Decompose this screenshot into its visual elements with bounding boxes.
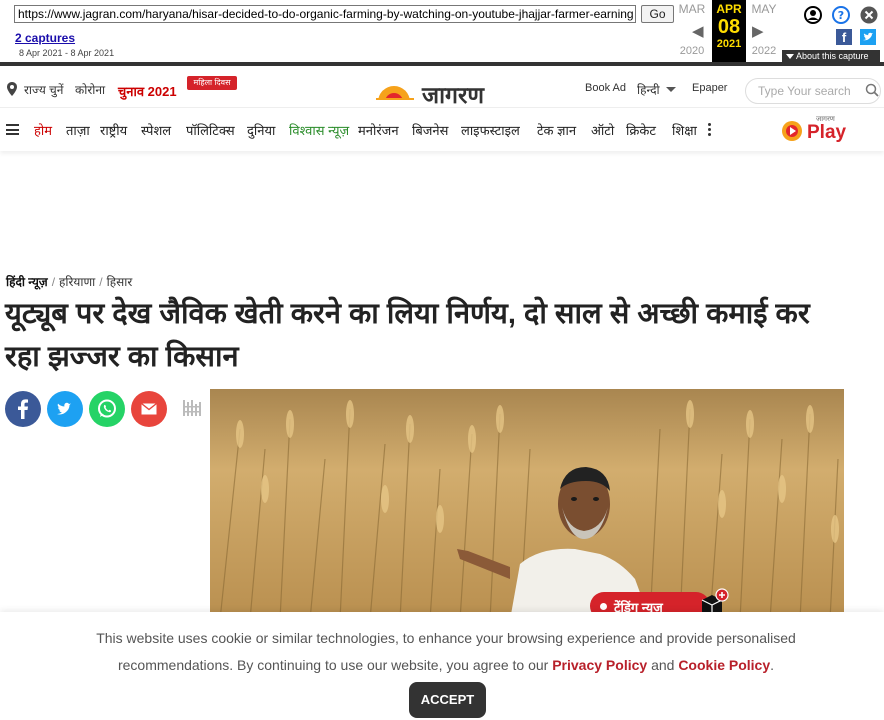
wayback-about-capture[interactable]: About this capture [782,50,880,63]
nav-item-business[interactable]: बिजनेस [412,121,448,139]
font-size-icon[interactable] [183,398,201,418]
main-nav: होम ताज़ा राष्ट्रीय स्पेशल पॉलिटिक्स दुन… [0,109,884,151]
nav-item-education[interactable]: शिक्षा [672,121,697,139]
breadcrumb-separator: / [51,275,56,289]
wayback-next-year[interactable]: 2022 [746,45,782,57]
language-select[interactable]: हिन्दी [637,81,660,98]
facebook-share-icon[interactable] [5,391,41,427]
wayback-current-date: APR 08 2021 [712,0,746,62]
wayback-close-icon[interactable] [860,6,878,24]
wayback-current-month: APR [716,2,742,16]
nav-item-cricket[interactable]: क्रिकेट [626,121,656,139]
email-share-icon[interactable] [131,391,167,427]
nav-item-latest[interactable]: ताज़ा [66,121,90,139]
wayback-prev-month[interactable]: MAR [674,2,710,16]
location-pin-icon [7,82,17,96]
nav-item-entertainment[interactable]: मनोरंजन [358,121,399,139]
wayback-url-input[interactable]: https://www.jagran.com/haryana/hisar-dec… [14,5,636,23]
breadcrumb-item-hindi-news[interactable]: हिंदी न्यूज़ [6,275,48,289]
wayback-toolbar: https://www.jagran.com/haryana/hisar-dec… [0,0,884,66]
wayback-current-day: 08 [717,16,741,38]
nav-item-politics[interactable]: पॉलिटिक्स [186,121,235,139]
wayback-next-month[interactable]: MAY [746,2,782,16]
whatsapp-share-icon[interactable] [89,391,125,427]
nav-item-special[interactable]: स्पेशल [141,121,171,139]
nav-item-national[interactable]: राष्ट्रीय [100,121,127,139]
wayback-prev-arrow-icon[interactable]: ◀ [692,22,704,40]
twitter-share-icon[interactable] [47,391,83,427]
breadcrumb: हिंदी न्यूज़ / हरियाणा / हिसार [6,273,132,290]
corona-link[interactable]: कोरोना [75,81,105,98]
cookie-banner: This website uses cookie or similar tech… [0,612,884,720]
accept-cookies-button[interactable]: ACCEPT [409,682,486,718]
wayback-next-arrow-icon[interactable]: ▶ [752,22,764,40]
wayback-current-year: 2021 [716,38,742,50]
play-logo-icon [782,121,802,141]
hamburger-menu-icon[interactable] [6,124,19,135]
more-options-icon[interactable] [708,123,712,137]
article-image [210,389,844,620]
svg-text:?: ? [838,9,844,22]
book-ad-link[interactable]: Book Ad [585,82,626,94]
search-input[interactable]: Type Your search [745,78,881,104]
search-icon[interactable] [865,83,879,97]
wayback-twitter-icon[interactable] [860,29,876,45]
wayback-capture-range: 8 Apr 2021 - 8 Apr 2021 [19,48,115,58]
nav-item-vishvas-news[interactable]: विश्वास न्यूज़ [289,121,349,139]
breadcrumb-item-haryana[interactable]: हरियाणा [59,275,95,289]
nav-item-tech[interactable]: टेक ज्ञान [537,121,576,139]
breadcrumb-item-hisar[interactable]: हिसार [107,275,133,289]
cookie-policy-link[interactable]: Cookie Policy [678,657,770,673]
womens-day-badge[interactable]: महिला दिवस [187,76,237,90]
wayback-go-button[interactable]: Go [641,5,674,23]
site-header: राज्य चुनें कोरोना चुनाव 2021 महिला दिवस… [0,70,884,108]
wayback-help-icon[interactable]: ? [832,6,850,24]
wayback-facebook-icon[interactable]: f [836,29,852,45]
epaper-link[interactable]: Epaper [692,82,727,94]
wheat-field-farmer-image [210,389,844,620]
wayback-prev-year[interactable]: 2020 [674,45,710,57]
jagran-play-link[interactable]: जागरण Play [780,115,858,145]
nav-item-lifestyle[interactable]: लाइफस्टाइल [461,121,520,139]
privacy-policy-link[interactable]: Privacy Policy [552,657,647,673]
state-select[interactable]: राज्य चुनें [24,81,63,98]
article-headline: यूट्यूब पर देख जैविक खेती करने का लिया न… [5,298,810,373]
play-label: Play [807,122,847,143]
breadcrumb-separator: / [99,275,103,289]
jagran-logo-text[interactable]: जागरण [422,78,484,110]
nav-item-auto[interactable]: ऑटो [591,121,614,139]
cookie-text: This website uses cookie or similar tech… [40,625,852,679]
nav-item-home[interactable]: होम [34,121,52,139]
wayback-user-icon[interactable] [804,6,822,24]
nav-item-world[interactable]: दुनिया [247,121,275,139]
cookie-and: and [651,657,675,673]
election-link[interactable]: चुनाव 2021 [118,82,177,100]
chevron-down-icon[interactable] [666,87,676,92]
wayback-captures-link[interactable]: 2 captures [15,31,75,45]
cookie-period: . [770,657,775,673]
